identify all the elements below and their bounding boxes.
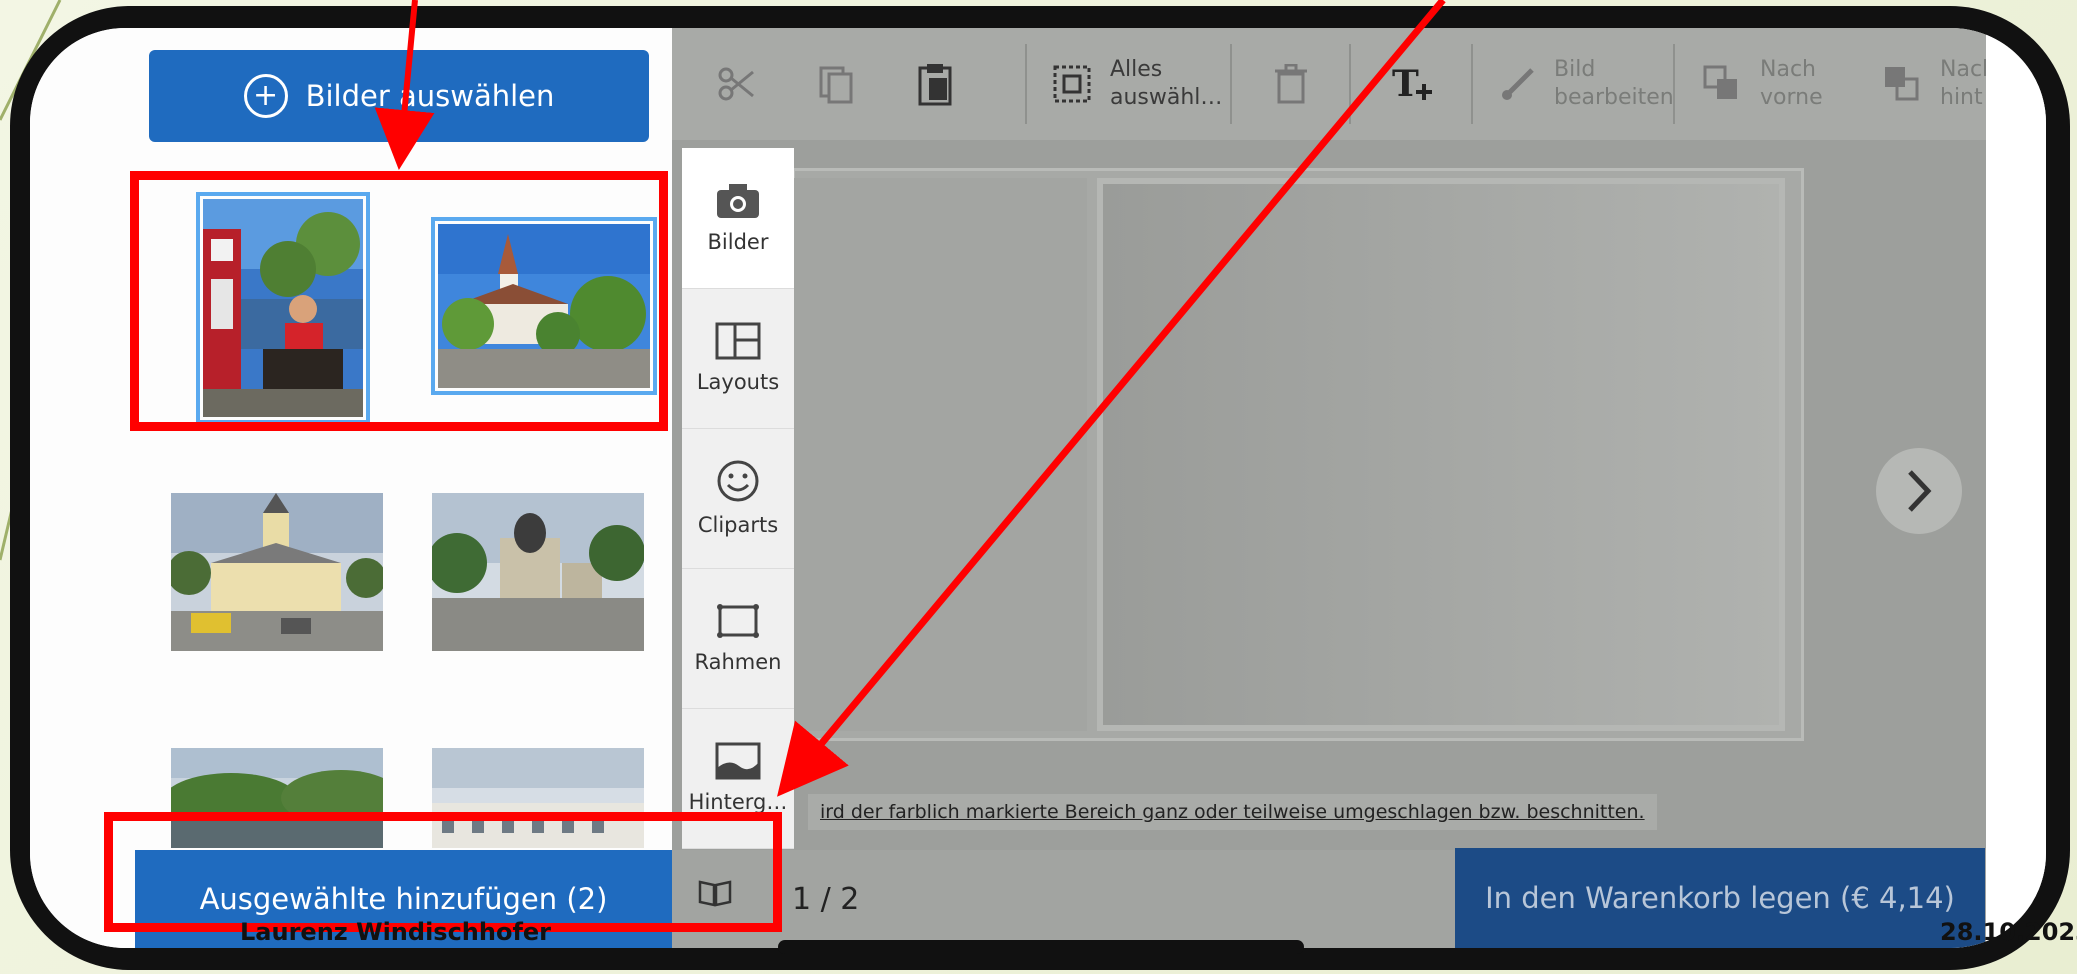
annotation-arrow-top <box>374 0 435 170</box>
footer-author: Laurenz Windischhofer <box>240 918 552 946</box>
footer-date: 28.10.2023 <box>1940 918 2077 946</box>
home-indicator <box>778 940 1304 954</box>
annotation-arrow-diagonal <box>777 0 1446 797</box>
annotation-arrows <box>374 0 1446 797</box>
